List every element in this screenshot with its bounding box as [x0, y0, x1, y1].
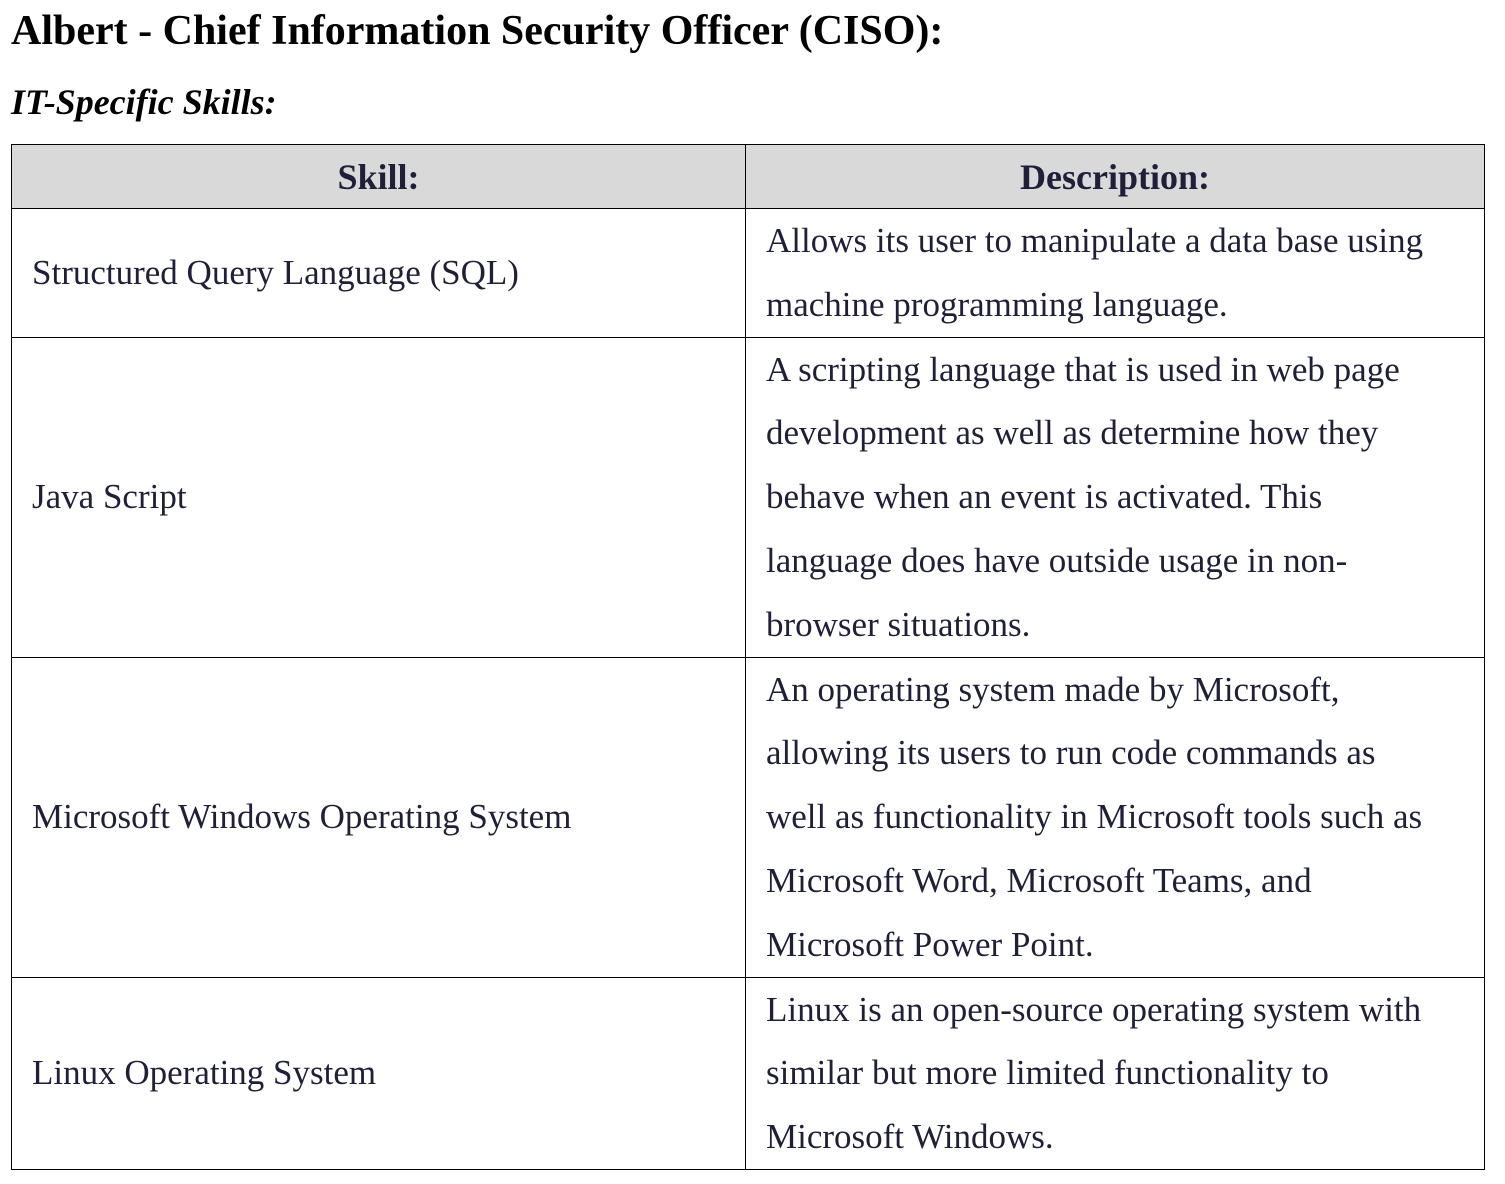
description-line: similar but more limited functionality t…	[766, 1053, 1329, 1093]
description-line: language does have outside usage in non-	[766, 540, 1348, 580]
description-line: allowing its users to run code commands …	[766, 733, 1376, 773]
description-line: Allows its user to manipulate a data bas…	[766, 221, 1424, 260]
column-header-description: Description:	[745, 144, 1485, 209]
table-row: Java Script A scripting language that is…	[11, 336, 1485, 658]
description-line: behave when an event is activated. This	[766, 477, 1323, 517]
description-cell: Allows its user to manipulate a data bas…	[745, 208, 1485, 338]
document-title: Albert - Chief Information Security Offi…	[11, 8, 944, 54]
description-cell: Linux is an open-source operating system…	[745, 976, 1485, 1170]
table-row: Structured Query Language (SQL) Allows i…	[11, 208, 1485, 338]
description-cell: An operating system made by Microsoft, a…	[745, 656, 1485, 978]
skill-cell: Structured Query Language (SQL)	[11, 208, 746, 338]
table-header-row: Skill: Description:	[11, 144, 1485, 209]
skill-cell: Java Script	[11, 336, 746, 658]
description-line: Microsoft Windows.	[766, 1117, 1054, 1157]
section-subtitle: IT-Specific Skills:	[11, 82, 277, 122]
description-line: Microsoft Power Point.	[766, 924, 1094, 964]
description-line: well as functionality in Microsoft tools…	[766, 797, 1423, 837]
skill-cell: Linux Operating System	[11, 976, 746, 1170]
table-row: Linux Operating System Linux is an open-…	[11, 976, 1485, 1170]
column-header-skill: Skill:	[11, 144, 746, 209]
description-line: browser situations.	[766, 604, 1031, 644]
description-line: Linux is an open-source operating system…	[766, 989, 1422, 1029]
description-line: A scripting language that is used in web…	[766, 349, 1400, 389]
description-line: machine programming language.	[766, 284, 1228, 324]
table-row: Microsoft Windows Operating System An op…	[11, 656, 1485, 978]
skill-cell: Microsoft Windows Operating System	[11, 656, 746, 978]
description-line: Microsoft Word, Microsoft Teams, and	[766, 860, 1312, 900]
description-cell: A scripting language that is used in web…	[745, 336, 1485, 658]
skills-table: Skill: Description: Structured Query Lan…	[11, 144, 1485, 1170]
description-line: An operating system made by Microsoft,	[766, 669, 1340, 709]
description-line: development as well as determine how the…	[766, 413, 1379, 453]
